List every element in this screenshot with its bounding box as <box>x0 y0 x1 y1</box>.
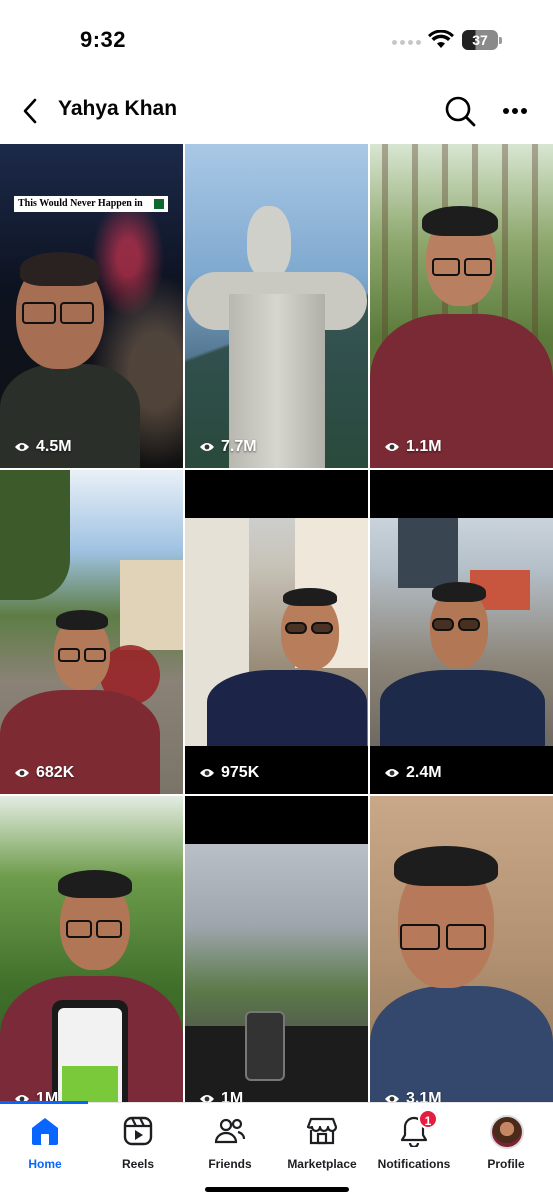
video-thumbnail[interactable]: 7.7M <box>185 144 368 468</box>
notification-badge: 1 <box>418 1109 438 1129</box>
video-thumbnail[interactable]: 3.1M <box>370 796 553 1102</box>
eye-icon <box>15 443 29 451</box>
page-title: Yahya Khan <box>58 97 178 120</box>
more-options-button[interactable] <box>500 94 530 128</box>
view-count: 7.7M <box>199 438 257 456</box>
eye-icon <box>200 443 214 451</box>
reels-icon <box>122 1115 154 1147</box>
friends-icon <box>214 1115 246 1147</box>
avatar <box>490 1115 524 1149</box>
status-time: 9:32 <box>80 27 127 52</box>
page-header: Yahya Khan <box>0 80 553 142</box>
bottom-tab-bar: Home Reels Friends Marketplace 1 Notific… <box>0 1101 553 1200</box>
video-thumbnail[interactable]: 1.1M <box>370 144 553 468</box>
video-thumbnail[interactable]: 682K <box>0 470 183 794</box>
profile-avatar <box>490 1115 524 1149</box>
view-count: 975K <box>199 764 259 782</box>
eye-icon <box>15 769 29 777</box>
video-grid: This Would Never Happen in 4.5M 7.7M 1.1… <box>0 144 553 1102</box>
marketplace-icon <box>306 1115 338 1147</box>
scroll-progress-indicator <box>0 1101 88 1104</box>
status-bar: 9:32 37 <box>0 0 553 80</box>
back-button[interactable] <box>16 96 46 126</box>
bell-icon: 1 <box>398 1109 438 1149</box>
search-button[interactable] <box>443 94 477 128</box>
ellipsis-icon <box>503 108 527 114</box>
video-thumbnail[interactable]: 1M <box>0 796 183 1102</box>
cellular-signal-icon <box>392 40 421 45</box>
eye-icon <box>200 1095 214 1102</box>
eye-icon <box>385 443 399 451</box>
letterbox-top <box>370 470 553 518</box>
tab-profile[interactable]: Profile <box>451 1111 553 1181</box>
view-count: 1.1M <box>384 438 442 456</box>
pakistan-flag-icon <box>150 199 164 209</box>
view-count: 3.1M <box>384 1090 442 1102</box>
view-count: 4.5M <box>14 438 72 456</box>
video-thumbnail[interactable]: 1M <box>185 796 368 1102</box>
video-caption: This Would Never Happen in <box>14 196 168 212</box>
view-count: 1M <box>199 1090 243 1102</box>
video-thumbnail[interactable]: 975K <box>185 470 368 794</box>
battery-indicator: 37 <box>462 30 502 50</box>
view-count: 682K <box>14 764 74 782</box>
home-icon <box>29 1115 61 1147</box>
battery-level: 37 <box>472 32 488 48</box>
video-thumbnail[interactable]: This Would Never Happen in 4.5M <box>0 144 183 468</box>
search-icon <box>445 96 476 127</box>
letterbox-top <box>185 470 368 518</box>
view-count: 2.4M <box>384 764 442 782</box>
letterbox-top <box>185 796 368 844</box>
home-indicator <box>205 1187 349 1192</box>
wifi-icon <box>428 30 454 48</box>
eye-icon <box>385 769 399 777</box>
video-thumbnail[interactable]: 2.4M <box>370 470 553 794</box>
eye-icon <box>200 769 214 777</box>
chevron-left-icon <box>23 98 37 124</box>
eye-icon <box>385 1095 399 1102</box>
